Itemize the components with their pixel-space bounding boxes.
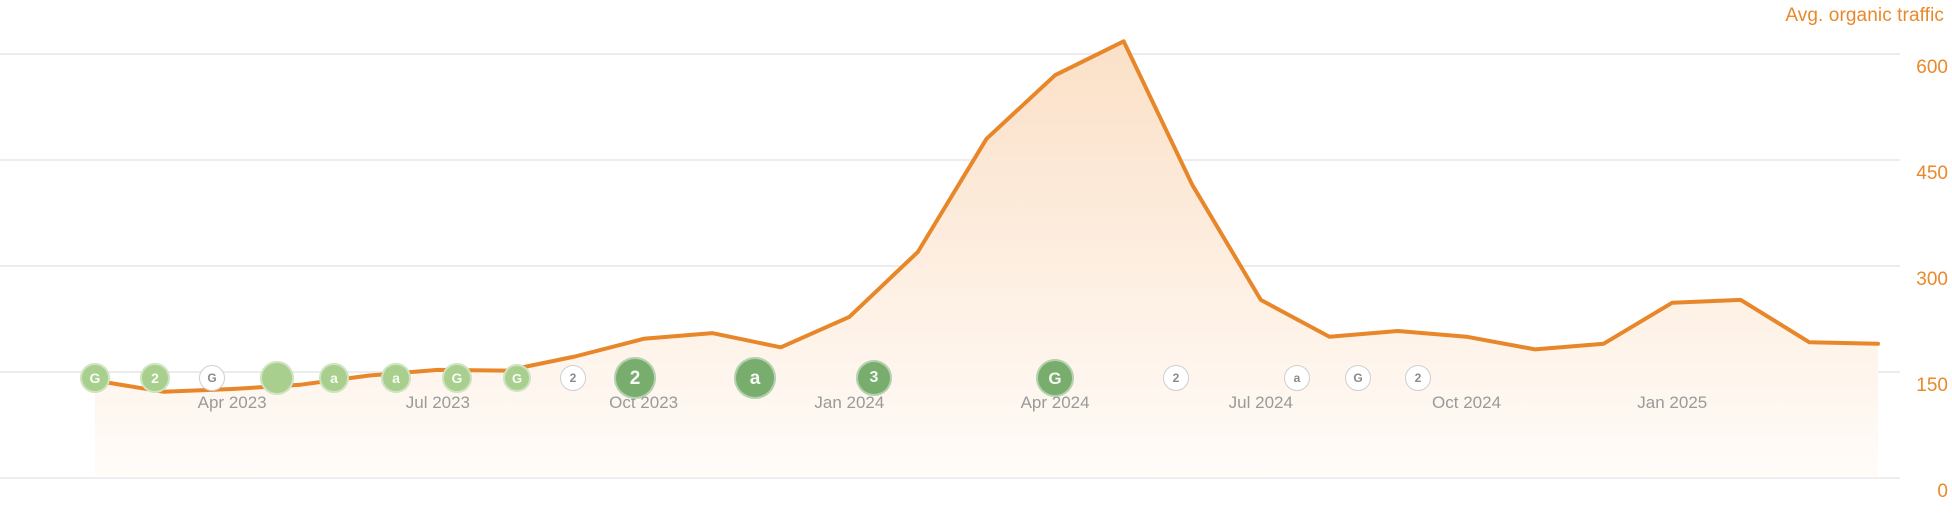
event-marker[interactable]: a bbox=[734, 357, 776, 399]
marker-glyph: a bbox=[330, 370, 338, 386]
y-axis-tick: 300 bbox=[1916, 269, 1948, 290]
event-marker[interactable]: G bbox=[199, 365, 225, 391]
event-marker[interactable]: 2 bbox=[614, 357, 656, 399]
marker-glyph: G bbox=[1353, 371, 1363, 385]
marker-glyph: a bbox=[392, 370, 400, 386]
event-marker[interactable]: a bbox=[319, 363, 349, 393]
event-marker[interactable]: 2 bbox=[140, 363, 170, 393]
y-axis-labels: 600 450 300 150 0 bbox=[1900, 0, 1952, 502]
marker-glyph: G bbox=[1048, 368, 1062, 388]
event-marker[interactable]: G bbox=[1345, 365, 1371, 391]
marker-glyph: G bbox=[89, 370, 101, 386]
marker-glyph: G bbox=[207, 371, 217, 385]
marker-glyph: 2 bbox=[1414, 371, 1422, 385]
marker-glyph: 2 bbox=[151, 370, 159, 386]
event-marker[interactable]: G bbox=[503, 364, 531, 392]
marker-glyph: 2 bbox=[1172, 371, 1180, 385]
event-marker[interactable]: 2 bbox=[560, 365, 586, 391]
marker-glyph: a bbox=[749, 367, 761, 389]
organic-traffic-chart: Avg. organic traffic 600 450 300 150 0 Apr 2… bbox=[0, 0, 1952, 520]
y-axis-tick: 0 bbox=[1937, 481, 1948, 502]
event-marker-timeline[interactable]: G 2 Ga a G G 2 2 a 3 G 2 a G 2 bbox=[0, 0, 1900, 520]
marker-glyph: G bbox=[451, 370, 463, 386]
y-axis-tick: 150 bbox=[1916, 375, 1948, 396]
y-axis-tick: 600 bbox=[1916, 57, 1948, 78]
event-marker[interactable]: G bbox=[442, 363, 472, 393]
marker-glyph: 3 bbox=[869, 369, 879, 386]
event-marker[interactable]: a bbox=[1284, 365, 1310, 391]
marker-glyph: 2 bbox=[569, 371, 577, 385]
event-marker[interactable]: G bbox=[80, 363, 110, 393]
event-marker[interactable] bbox=[260, 361, 294, 395]
y-axis-tick: 450 bbox=[1916, 163, 1948, 184]
event-marker[interactable]: 2 bbox=[1405, 365, 1431, 391]
event-marker[interactable]: G bbox=[1036, 359, 1074, 397]
event-marker[interactable]: 2 bbox=[1163, 365, 1189, 391]
event-marker[interactable]: 3 bbox=[856, 360, 892, 396]
marker-glyph: 2 bbox=[629, 367, 641, 389]
marker-glyph: a bbox=[1293, 371, 1301, 385]
marker-glyph: G bbox=[511, 370, 523, 386]
event-marker[interactable]: a bbox=[381, 363, 411, 393]
